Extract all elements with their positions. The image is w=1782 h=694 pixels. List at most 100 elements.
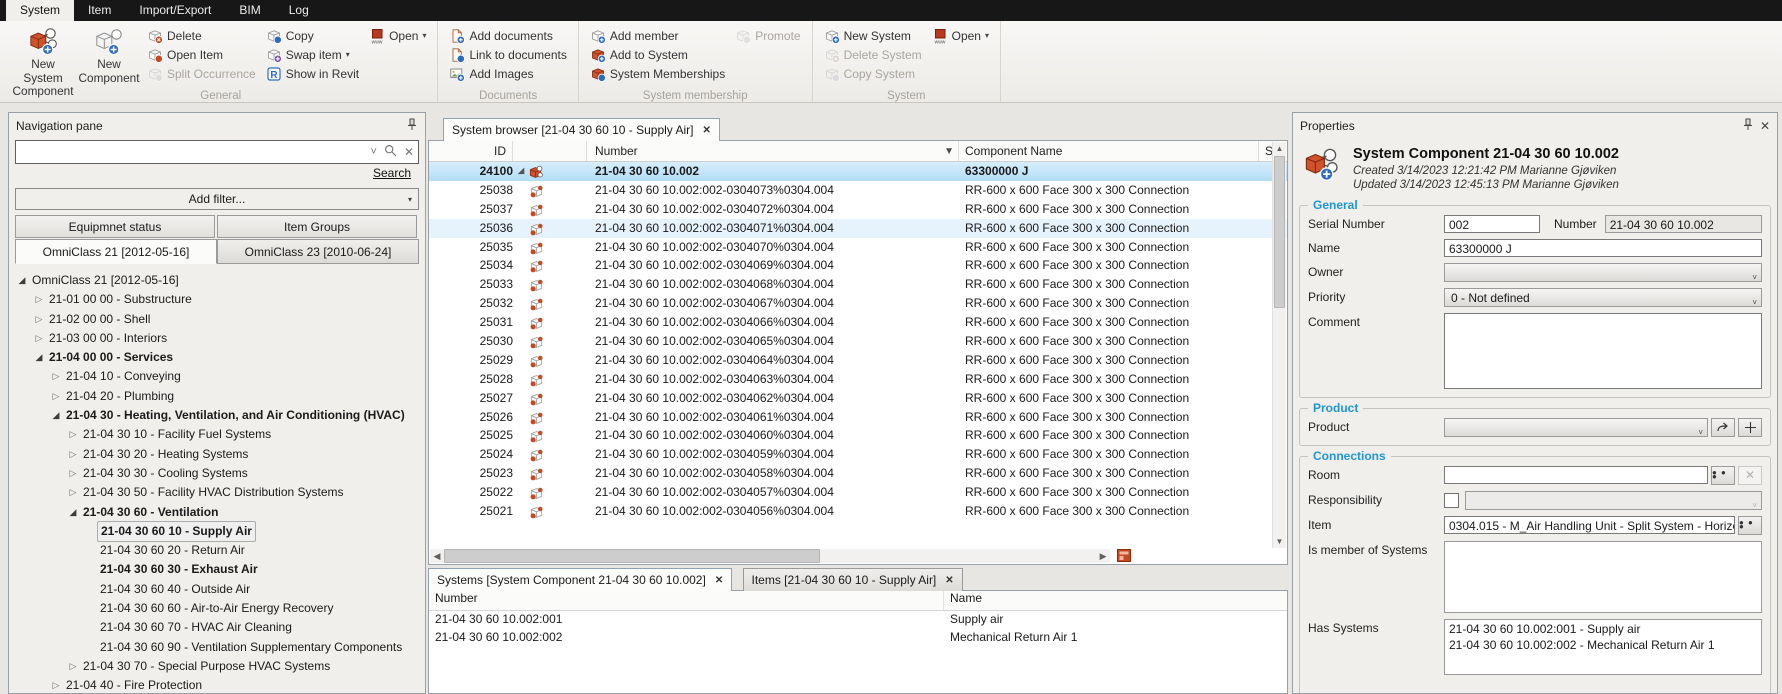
table-row[interactable]: 2502621-04 30 60 10.002:002-0304061%0304… xyxy=(429,408,1287,427)
table-row[interactable]: 2503021-04 30 60 10.002:002-0304065%0304… xyxy=(429,332,1287,351)
add-product-button[interactable] xyxy=(1738,418,1762,437)
tree-item[interactable]: 21-04 30 60 30 - Exhaust Air xyxy=(9,560,425,579)
tree-item-label[interactable]: 21-04 30 60 60 - Air-to-Air Energy Recov… xyxy=(97,599,336,618)
tree-item-label[interactable]: 21-04 30 30 - Cooling Systems xyxy=(80,464,251,483)
column-header-icon[interactable] xyxy=(513,141,587,161)
expand-icon[interactable]: ▷ xyxy=(32,310,46,329)
tab-omniclass-21-2012-05-16[interactable]: OmniClass 21 [2012-05-16] xyxy=(15,239,217,264)
scroll-thumb[interactable] xyxy=(1274,156,1285,308)
tab-systems[interactable]: Systems [System Component 21-04 30 60 10… xyxy=(428,568,732,591)
ribbon-button-add-member[interactable]: Add member xyxy=(587,26,728,45)
collapse-icon[interactable]: ◢ xyxy=(66,503,80,522)
tab-system-browser[interactable]: System browser [21-04 30 60 10 - Supply … xyxy=(443,118,720,141)
room-clear-button[interactable]: ✕ xyxy=(1738,466,1762,485)
add-filter-dropdown[interactable]: Add filter... ▾ xyxy=(15,188,419,210)
tree-item-label[interactable]: 21-04 30 20 - Heating Systems xyxy=(80,445,251,464)
tree-item-label[interactable]: 21-03 00 00 - Interiors xyxy=(46,329,170,348)
clear-search-icon[interactable]: ✕ xyxy=(404,145,414,159)
tree-item[interactable]: ▷21-01 00 00 - Substructure xyxy=(9,290,425,309)
close-icon[interactable]: ✕ xyxy=(715,575,723,586)
tree-item[interactable]: 21-04 30 60 20 - Return Air xyxy=(9,541,425,560)
ribbon-button-add-documents[interactable]: Add documents xyxy=(446,26,569,45)
table-row[interactable]: 2502821-04 30 60 10.002:002-0304063%0304… xyxy=(429,370,1287,389)
ribbon-button-add-to-system[interactable]: Add to System xyxy=(587,45,728,64)
table-row[interactable]: 2503421-04 30 60 10.002:002-0304069%0304… xyxy=(429,256,1287,275)
expand-icon[interactable]: ▷ xyxy=(66,464,80,483)
table-row[interactable]: 2503121-04 30 60 10.002:002-0304066%0304… xyxy=(429,313,1287,332)
responsibility-checkbox[interactable] xyxy=(1444,493,1459,508)
comment-field[interactable] xyxy=(1444,313,1762,389)
room-browse-button[interactable]: ● ● ● xyxy=(1711,466,1735,485)
tree-item[interactable]: ▷21-04 30 70 - Special Purpose HVAC Syst… xyxy=(9,657,425,676)
expand-icon[interactable]: ▷ xyxy=(49,367,63,386)
tree-item[interactable]: ▷21-03 00 00 - Interiors xyxy=(9,329,425,348)
tree-item[interactable]: 21-04 30 60 40 - Outside Air xyxy=(9,580,425,599)
table-row[interactable]: 2502521-04 30 60 10.002:002-0304060%0304… xyxy=(429,426,1287,445)
tree-item[interactable]: ◢21-04 00 00 - Services xyxy=(9,348,425,367)
search-icon[interactable] xyxy=(384,144,397,160)
tree-item-label[interactable]: 21-04 10 - Conveying xyxy=(63,367,184,386)
tree-item-label[interactable]: 21-04 00 00 - Services xyxy=(46,348,176,367)
name-field[interactable]: 63300000 J xyxy=(1444,239,1762,257)
tree-item-label[interactable]: 21-01 00 00 - Substructure xyxy=(46,290,195,309)
ribbon-button-open[interactable]: wwwOpen▾ xyxy=(366,26,429,45)
table-row[interactable]: 2503321-04 30 60 10.002:002-0304068%0304… xyxy=(429,275,1287,294)
expand-icon[interactable]: ▷ xyxy=(66,445,80,464)
tree-item-label[interactable]: 21-04 30 10 - Facility Fuel Systems xyxy=(80,425,274,444)
scroll-right-icon[interactable]: ▶ xyxy=(1096,551,1110,562)
ribbon-button-open-item[interactable]: Open Item xyxy=(144,45,259,64)
tree-item-label[interactable]: 21-04 30 - Heating, Ventilation, and Air… xyxy=(63,406,408,425)
menu-tab-import-export[interactable]: Import/Export xyxy=(125,0,225,21)
tree-item[interactable]: ▷21-04 10 - Conveying xyxy=(9,367,425,386)
ribbon-button-new-component[interactable]: New Component xyxy=(76,24,142,86)
expand-icon[interactable]: ▷ xyxy=(66,657,80,676)
tree-item-label[interactable]: 21-04 30 60 - Ventilation xyxy=(80,503,221,522)
tree-item-label[interactable]: 21-04 30 60 90 - Ventilation Supplementa… xyxy=(97,638,405,657)
tab-omniclass-23-2010-06-24[interactable]: OmniClass 23 [2010-06-24] xyxy=(217,239,419,264)
tree-item[interactable]: ▷21-04 20 - Plumbing xyxy=(9,387,425,406)
collapse-icon[interactable]: ◢ xyxy=(15,271,29,290)
tree-item[interactable]: ▷21-04 40 - Fire Protection xyxy=(9,676,425,693)
tree-item-label[interactable]: 21-04 20 - Plumbing xyxy=(63,387,177,406)
collapse-icon[interactable]: ◢ xyxy=(49,406,63,425)
tree-item-label[interactable]: 21-04 30 60 10 - Supply Air xyxy=(97,521,256,542)
ribbon-button-show-in-revit[interactable]: RShow in Revit xyxy=(263,64,362,83)
menu-tab-log[interactable]: Log xyxy=(275,0,323,21)
column-header-component-name[interactable]: Component Name xyxy=(959,141,1259,161)
table-row[interactable]: 2503521-04 30 60 10.002:002-0304070%0304… xyxy=(429,238,1287,257)
expand-icon[interactable]: ▷ xyxy=(66,483,80,502)
table-row[interactable]: 2502121-04 30 60 10.002:002-0304056%0304… xyxy=(429,502,1287,521)
vertical-scrollbar[interactable]: ▲ ▼ xyxy=(1272,142,1286,548)
ribbon-button-delete[interactable]: Delete xyxy=(144,26,259,45)
priority-dropdown[interactable]: 0 - Not defined˅ xyxy=(1444,288,1762,307)
menu-tab-system[interactable]: System xyxy=(6,0,74,21)
serial-number-field[interactable]: 002 xyxy=(1444,215,1540,233)
scroll-thumb[interactable] xyxy=(444,549,820,563)
tree-item[interactable]: 21-04 30 60 60 - Air-to-Air Energy Recov… xyxy=(9,599,425,618)
tree-item[interactable]: ◢21-04 30 60 - Ventilation xyxy=(9,503,425,522)
table-row[interactable]: 2502421-04 30 60 10.002:002-0304059%0304… xyxy=(429,445,1287,464)
menu-tab-bim[interactable]: BIM xyxy=(225,0,274,21)
tree-item-label[interactable]: 21-04 30 60 30 - Exhaust Air xyxy=(97,560,261,579)
tree-item-label[interactable]: 21-04 40 - Fire Protection xyxy=(63,676,205,693)
expand-icon[interactable]: ▷ xyxy=(49,676,63,693)
ribbon-button-copy[interactable]: Copy xyxy=(263,26,362,45)
ribbon-button-open[interactable]: wwwOpen▾ xyxy=(929,26,992,45)
expand-icon[interactable]: ▷ xyxy=(49,387,63,406)
scroll-up-icon[interactable]: ▲ xyxy=(1273,142,1286,155)
item-field[interactable]: 0304.015 - M_Air Handling Unit - Split S… xyxy=(1444,516,1735,534)
product-dropdown[interactable]: ˅ xyxy=(1444,418,1708,437)
item-browse-button[interactable]: ● ● ● xyxy=(1738,516,1762,535)
tab-item-groups[interactable]: Item Groups xyxy=(217,215,417,238)
panel-layout-icon[interactable] xyxy=(1117,549,1131,562)
ribbon-button-add-images[interactable]: Add Images xyxy=(446,64,569,83)
ribbon-button-new-system[interactable]: New System xyxy=(821,26,925,45)
table-row[interactable]: 2502721-04 30 60 10.002:002-0304062%0304… xyxy=(429,389,1287,408)
close-icon[interactable]: ✕ xyxy=(702,125,710,136)
tree-item[interactable]: 21-04 30 60 10 - Supply Air xyxy=(9,522,425,541)
table-row[interactable]: 21-04 30 60 10.002:002Mechanical Return … xyxy=(429,629,1287,647)
chevron-down-icon[interactable]: ˅ xyxy=(371,146,377,158)
has-systems-box[interactable]: 21-04 30 60 10.002:001 - Supply air 21-0… xyxy=(1444,619,1762,675)
search-input[interactable]: ˅ ✕ xyxy=(15,140,419,164)
table-row[interactable]: 2503221-04 30 60 10.002:002-0304067%0304… xyxy=(429,294,1287,313)
